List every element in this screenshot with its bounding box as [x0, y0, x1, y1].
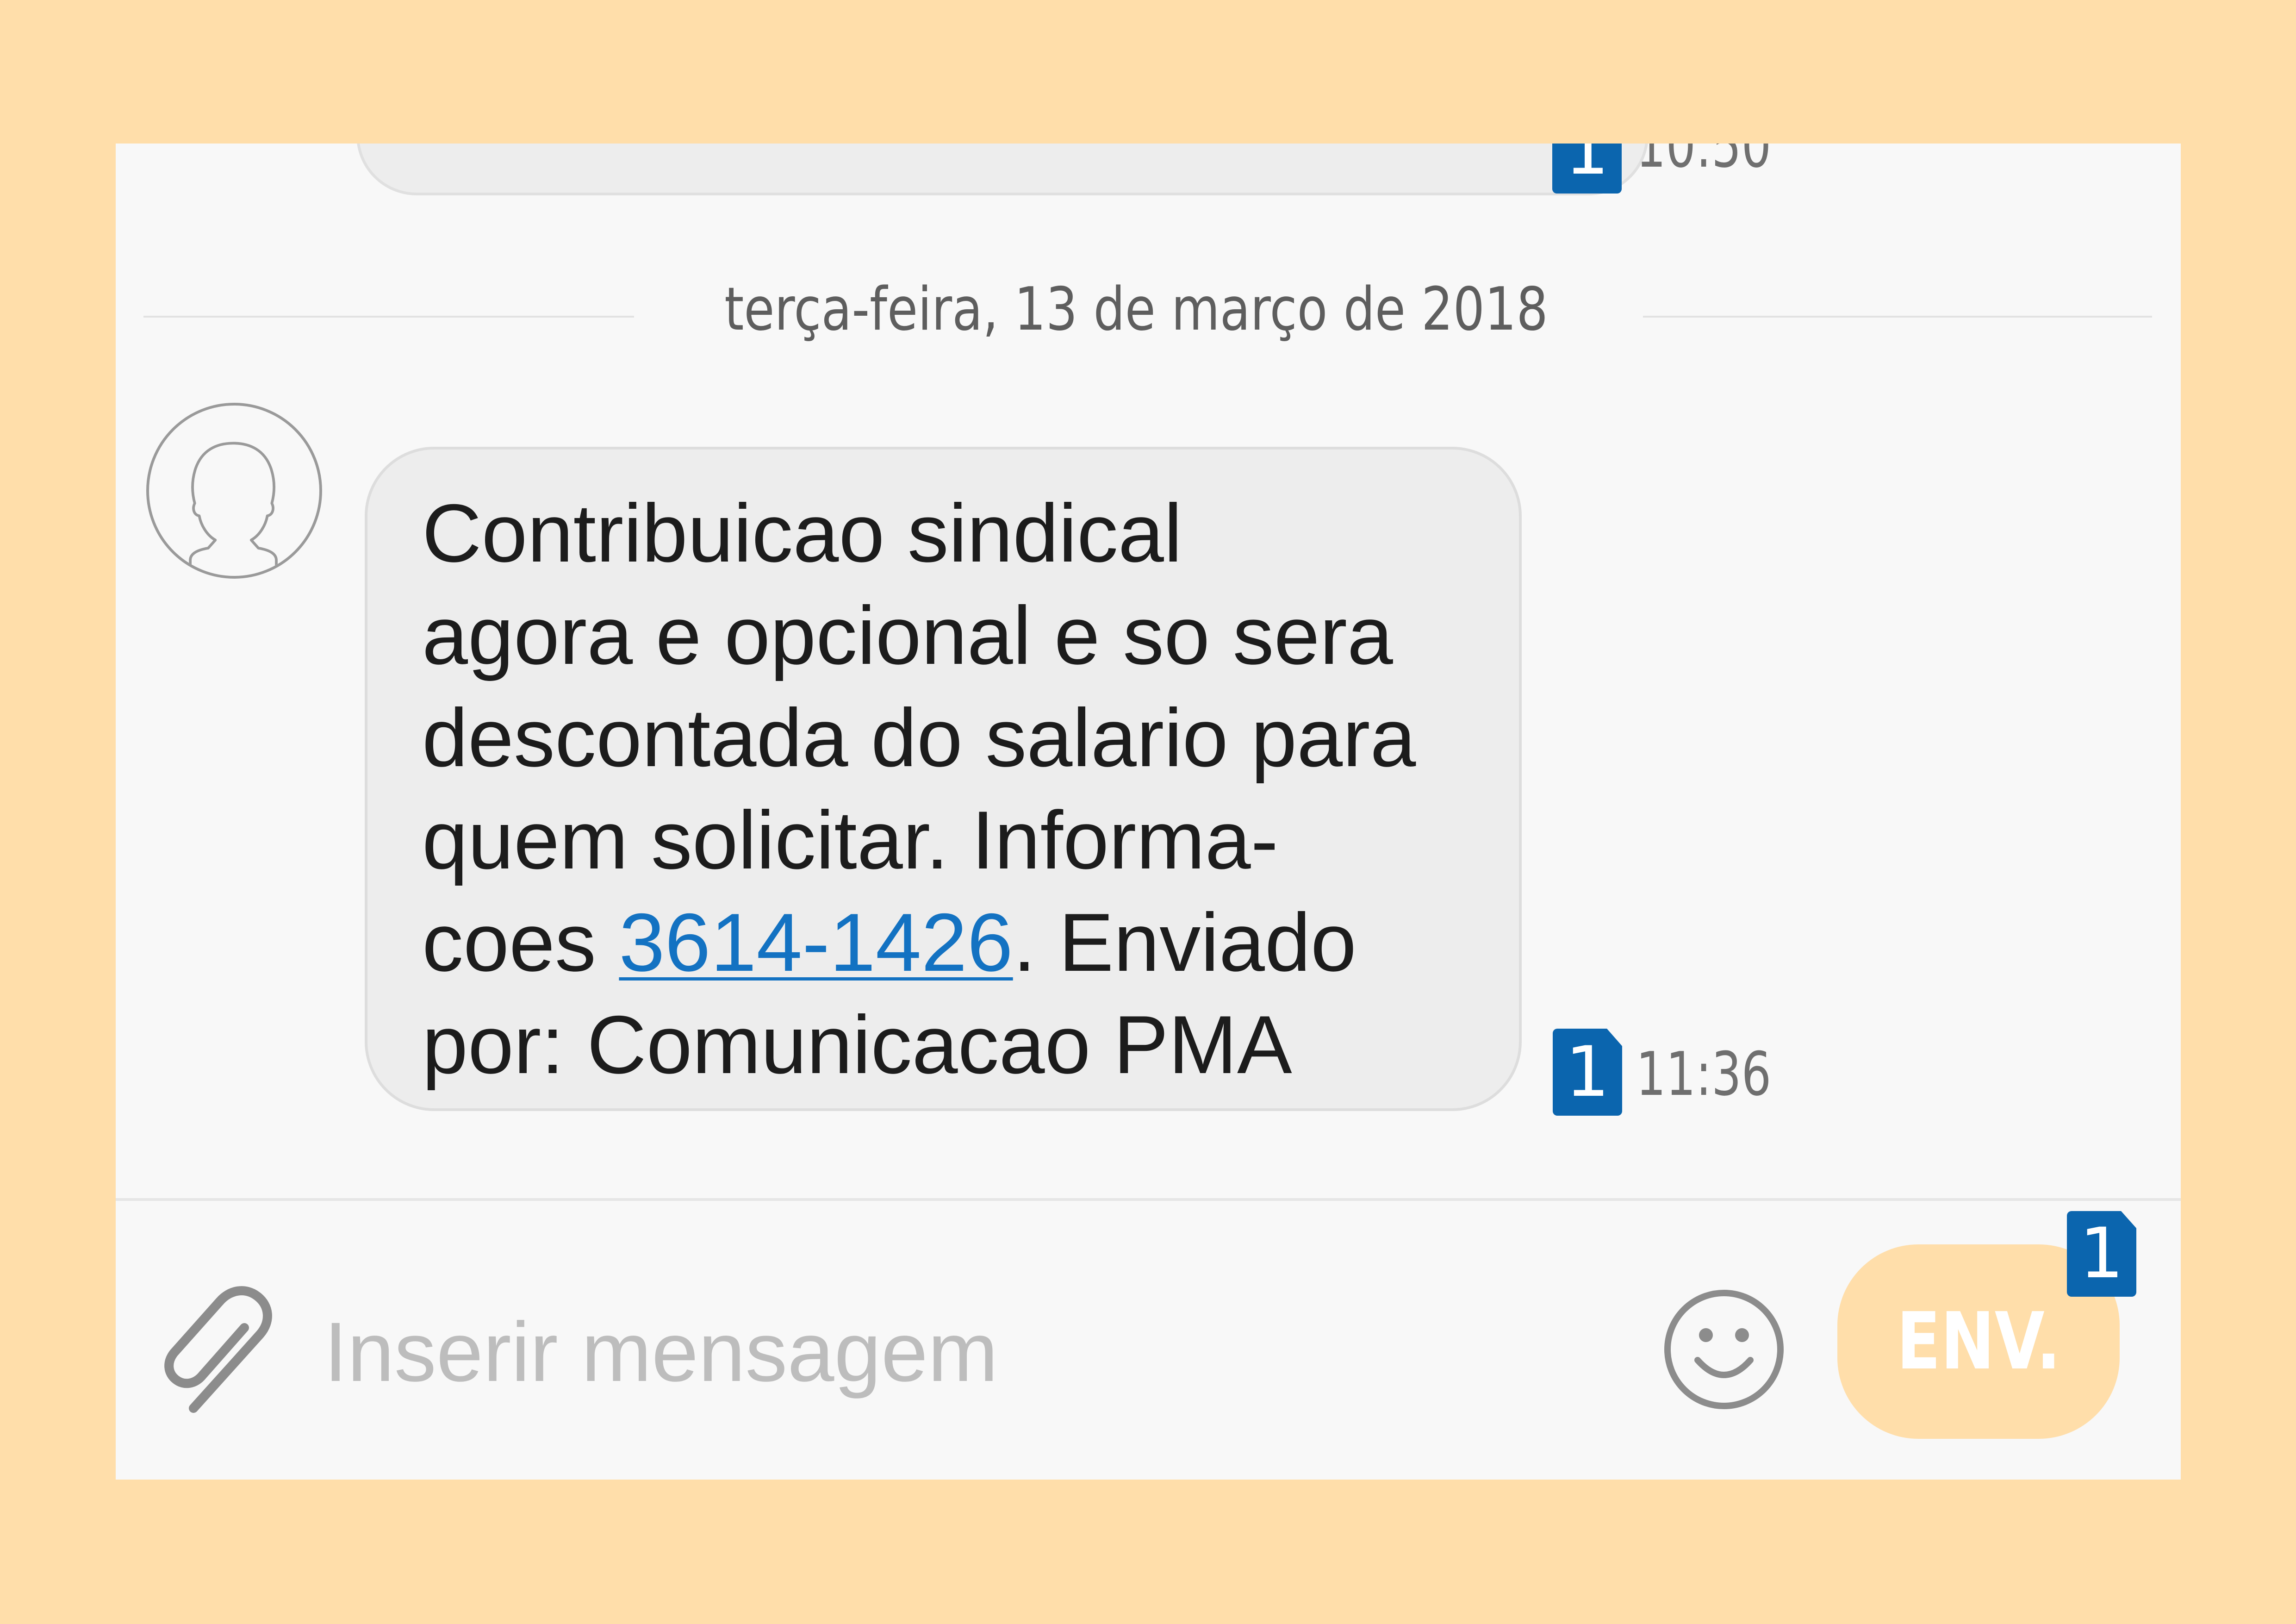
- date-divider-line-left: [143, 316, 634, 318]
- previous-message-bubble[interactable]: [356, 144, 1649, 195]
- sim-badge-icon[interactable]: 1: [2067, 1211, 2136, 1297]
- sim-badge-icon: 1: [1553, 1029, 1622, 1116]
- contact-avatar[interactable]: [146, 403, 322, 579]
- message-line: coes 3614-1426. Enviado: [422, 891, 1487, 993]
- message-input[interactable]: [324, 1296, 1574, 1407]
- conversation-screen: 1 10:50 terça-feira, 13 de março de 2018…: [116, 144, 2181, 1480]
- person-silhouette-icon: [189, 442, 278, 571]
- paperclip-icon[interactable]: [162, 1282, 282, 1421]
- message-line: descontada do salario para: [422, 692, 1416, 784]
- sim-badge-icon: 1: [1552, 144, 1622, 194]
- send-button-label: ENV.: [1896, 1296, 2061, 1387]
- date-divider: terça-feira, 13 de março de 2018: [724, 275, 1548, 344]
- message-line: agora e opcional e so sera: [422, 589, 1393, 681]
- previous-message-time: 10:50: [1636, 144, 1772, 181]
- smiley-icon[interactable]: [1661, 1287, 1786, 1412]
- message-time: 11:36: [1636, 1039, 1772, 1109]
- message-text: Contribuicao sindical agora e opcional e…: [422, 482, 1487, 1096]
- message-line-text: coes: [422, 896, 619, 988]
- message-line-text: . Enviado: [1013, 896, 1356, 988]
- message-bubble[interactable]: Contribuicao sindical agora e opcional e…: [365, 447, 1522, 1111]
- message-line: Contribuicao sindical: [422, 487, 1182, 579]
- phone-number-link[interactable]: 3614-1426: [619, 896, 1013, 988]
- date-divider-line-right: [1643, 316, 2152, 318]
- message-line: por: Comunicacao PMA: [422, 999, 1292, 1091]
- message-line: quem solicitar. Informa-: [422, 794, 1278, 886]
